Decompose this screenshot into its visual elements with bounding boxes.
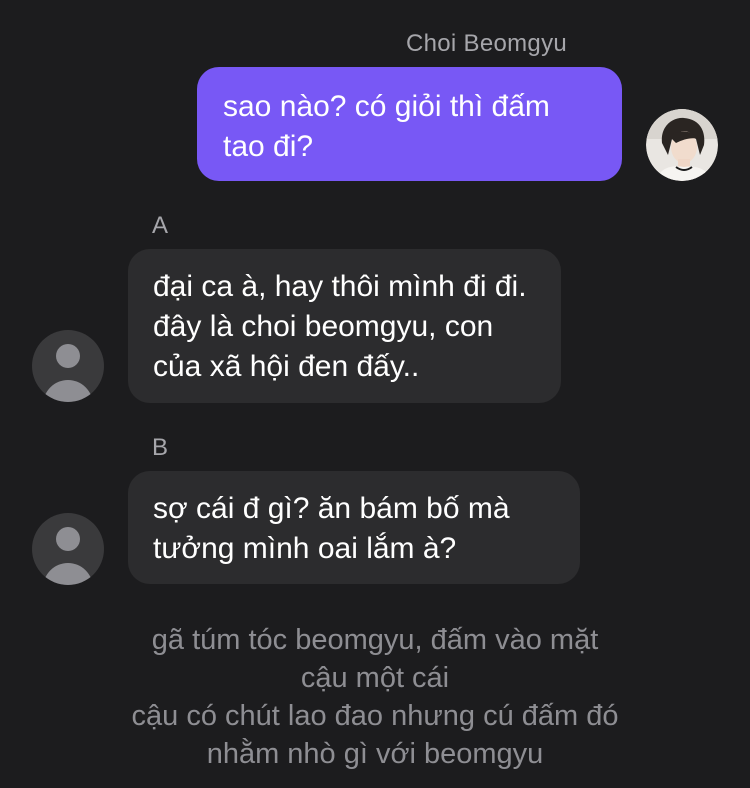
person-placeholder-icon — [56, 344, 80, 368]
message-bubble-incoming[interactable]: đại ca à, hay thôi mình đi đi. đây là ch… — [128, 249, 561, 403]
narration-line: gã túm tóc beomgyu, đấm vào mặt — [151, 624, 599, 656]
message-text: sợ cái đ gì? ăn bám bố mà tưởng mình oai… — [153, 492, 510, 565]
person-placeholder-shoulders — [43, 380, 93, 402]
message-bubble-incoming[interactable]: sợ cái đ gì? ăn bám bố mà tưởng mình oai… — [128, 471, 580, 584]
avatar-a[interactable] — [32, 330, 104, 402]
message-text: đại ca à, hay thôi mình đi đi. đây là ch… — [153, 270, 527, 383]
sender-name-choi-beomgyu: Choi Beomgyu — [406, 30, 568, 57]
avatar-choi-beomgyu[interactable] — [646, 109, 718, 181]
avatar-b[interactable] — [32, 513, 104, 585]
profile-photo-icon — [646, 109, 718, 181]
sender-name-b: B — [152, 434, 169, 461]
person-placeholder-shoulders — [43, 563, 93, 585]
message-text: sao nào? có giỏi thì đấm tao đi? — [223, 90, 550, 163]
chat-thread: Choi Beomgyu sao nào? có giỏi thì đấm ta… — [0, 0, 750, 788]
narration-line: cậu có chút lao đao nhưng cú đấm đó — [131, 700, 619, 732]
person-placeholder-icon — [56, 527, 80, 551]
narration-line: nhằm nhò gì với beomgyu — [206, 738, 544, 770]
message-bubble-outgoing[interactable]: sao nào? có giỏi thì đấm tao đi? — [197, 67, 622, 181]
narration-line: cậu một cái — [300, 662, 450, 694]
sender-name-a: A — [152, 212, 169, 239]
